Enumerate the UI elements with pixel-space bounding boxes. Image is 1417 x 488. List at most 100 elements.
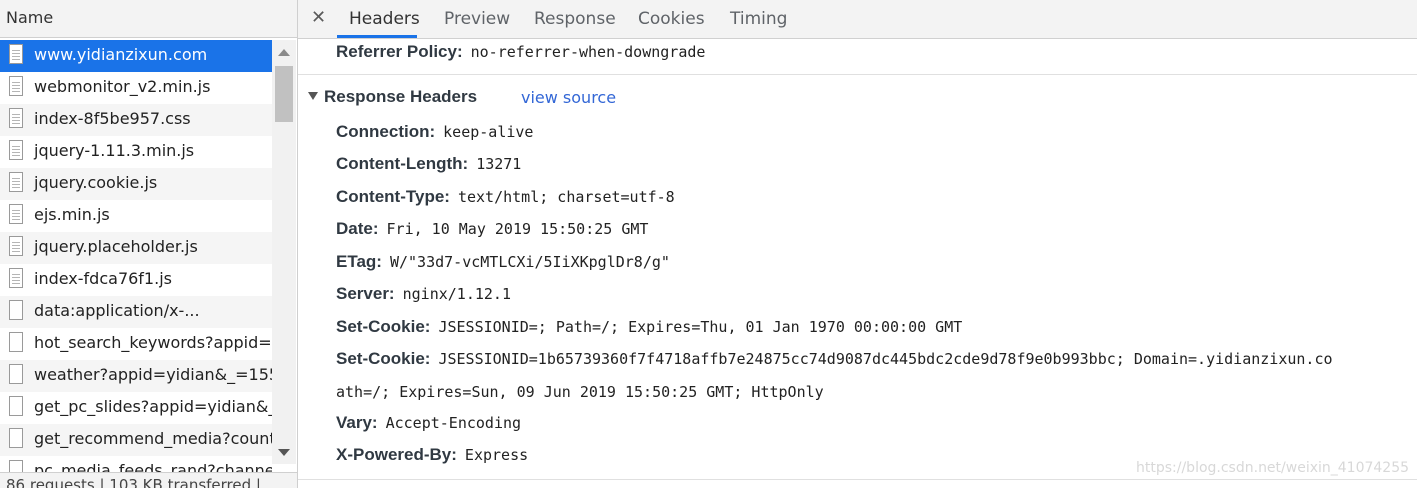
header-value: nginx/1.12.1 (402, 285, 511, 303)
tab-preview[interactable]: Preview (444, 9, 510, 29)
blank-file-icon (9, 396, 23, 416)
response-header-row: Connection: keep-alive (336, 122, 533, 142)
request-row[interactable]: get_recommend_media?count (0, 424, 272, 456)
scroll-down-arrow-icon[interactable] (278, 449, 290, 456)
request-list: www.yidianzixun.com webmonitor_v2.min.jsi… (0, 40, 272, 472)
header-key: Connection: (336, 122, 436, 141)
request-name: weather?appid=yidian&_=155 (34, 365, 272, 384)
document-icon (9, 204, 23, 224)
request-row[interactable]: data:application/x-... (0, 296, 272, 328)
header-row-referrer-policy: Referrer Policy: no-referrer-when-downgra… (336, 42, 705, 62)
request-name: jquery-1.11.3.min.js (34, 141, 195, 160)
request-name: get_recommend_media?count (34, 429, 272, 448)
request-row[interactable]: weather?appid=yidian&_=155 (0, 360, 272, 392)
response-header-row: X-Powered-By: Express (336, 445, 528, 465)
request-row[interactable]: jquery-1.11.3.min.js (0, 136, 272, 168)
request-row[interactable]: jquery.cookie.js (0, 168, 272, 200)
section-divider (298, 74, 1417, 75)
header-key: ETag: (336, 252, 382, 271)
response-header-row: Set-Cookie: JSESSIONID=; Path=/; Expires=… (336, 317, 962, 337)
request-name: ejs.min.js (34, 205, 110, 224)
request-name: pc_media_feeds_rand?channel (34, 461, 272, 472)
blank-file-icon (9, 300, 23, 320)
request-name: hot_search_keywords?appid=y (34, 333, 272, 352)
header-key: Date: (336, 219, 379, 238)
scroll-up-arrow-icon[interactable] (278, 49, 290, 56)
header-value: JSESSIONID=1b65739360f7f4718affb7e24875c… (438, 350, 1333, 368)
document-icon (9, 76, 23, 96)
header-value-continuation: ath=/; Expires=Sun, 09 Jun 2019 15:50:25… (336, 383, 824, 401)
request-name: index-fdca76f1.js (34, 269, 172, 288)
header-key: Content-Length: (336, 154, 469, 173)
blank-file-icon (9, 332, 23, 352)
response-header-row: Server: nginx/1.12.1 (336, 284, 511, 304)
request-row[interactable]: index-8f5be957.css (0, 104, 272, 136)
request-list-scrollbar[interactable] (272, 40, 296, 464)
tab-headers[interactable]: Headers (349, 9, 420, 29)
tab-timing[interactable]: Timing (730, 9, 787, 29)
response-headers-toggle[interactable]: Response Headers (308, 87, 477, 107)
document-icon (9, 268, 23, 288)
request-name: webmonitor_v2.min.js (34, 77, 211, 96)
document-icon (9, 140, 23, 160)
document-icon (9, 236, 23, 256)
header-key: Vary: (336, 413, 378, 432)
request-details-panel: ✕ Headers Preview Response Cookies Timin… (298, 0, 1417, 488)
header-value: W/"33d7-vcMTLCXi/5IiXKpglDr8/g" (389, 253, 670, 271)
request-name: get_pc_slides?appid=yidian&_ (34, 397, 272, 416)
response-header-row: Set-Cookie: JSESSIONID=1b65739360f7f4718a… (336, 349, 1333, 369)
response-header-row: Content-Length: 13271 (336, 154, 521, 174)
document-icon (9, 172, 23, 192)
blank-file-icon (9, 460, 23, 472)
watermark-text: https://blog.csdn.net/weixin_41074255 (1136, 460, 1410, 476)
header-value: JSESSIONID=; Path=/; Expires=Thu, 01 Jan… (438, 318, 963, 336)
request-row[interactable]: www.yidianzixun.com (0, 40, 272, 72)
network-request-list-panel: Name www.yidianzixun.com webmonitor_v2.mi… (0, 0, 298, 488)
document-icon (9, 44, 23, 64)
response-header-row: Date: Fri, 10 May 2019 15:50:25 GMT (336, 219, 648, 239)
section-divider (298, 479, 1417, 480)
request-row[interactable]: jquery.placeholder.js (0, 232, 272, 264)
header-value: keep-alive (443, 123, 534, 141)
header-value: 13271 (476, 155, 522, 173)
tab-response[interactable]: Response (534, 9, 616, 29)
document-icon (9, 108, 23, 128)
header-key: Referrer Policy: (336, 42, 463, 61)
view-source-link[interactable]: view source (521, 88, 616, 107)
header-value: Fri, 10 May 2019 15:50:25 GMT (386, 220, 649, 238)
header-key: Content-Type: (336, 187, 450, 206)
request-name: index-8f5be957.css (34, 109, 191, 128)
tab-cookies[interactable]: Cookies (638, 9, 705, 29)
close-icon[interactable]: ✕ (311, 7, 326, 28)
header-key: Set-Cookie: (336, 317, 431, 336)
header-value: Accept-Encoding (385, 414, 522, 432)
scrollbar-thumb[interactable] (275, 66, 293, 122)
header-value: Express (464, 446, 529, 464)
request-name: www.yidianzixun.com (34, 45, 208, 64)
response-header-row: ETag: W/"33d7-vcMTLCXi/5IiXKpglDr8/g" (336, 252, 670, 272)
request-name: data:application/x-... (34, 301, 200, 320)
name-column-header[interactable]: Name (0, 0, 298, 38)
request-row[interactable]: ejs.min.js (0, 200, 272, 232)
header-value: no-referrer-when-downgrade (470, 43, 706, 61)
response-header-row: Content-Type: text/html; charset=utf-8 (336, 187, 675, 207)
header-key: X-Powered-By: (336, 445, 457, 464)
active-tab-indicator (337, 35, 417, 38)
request-row[interactable]: index-fdca76f1.js (0, 264, 272, 296)
header-value: text/html; charset=utf-8 (457, 188, 675, 206)
request-row[interactable]: get_pc_slides?appid=yidian&_ (0, 392, 272, 424)
headers-content: Referrer Policy: no-referrer-when-downgra… (298, 39, 1417, 488)
header-key: Set-Cookie: (336, 349, 431, 368)
response-header-row: Vary: Accept-Encoding (336, 413, 521, 433)
expand-triangle-icon (308, 92, 318, 100)
details-tab-bar: ✕ Headers Preview Response Cookies Timin… (298, 0, 1417, 39)
request-row[interactable]: webmonitor_v2.min.js (0, 72, 272, 104)
summary-text: 86 requests | 103 KB transferred | (6, 476, 261, 488)
blank-file-icon (9, 364, 23, 384)
header-key: Server: (336, 284, 395, 303)
request-row[interactable]: pc_media_feeds_rand?channel (0, 456, 272, 472)
name-column-label: Name (6, 8, 54, 27)
request-name: jquery.placeholder.js (34, 237, 198, 256)
request-row[interactable]: hot_search_keywords?appid=y (0, 328, 272, 360)
request-name: jquery.cookie.js (34, 173, 158, 192)
